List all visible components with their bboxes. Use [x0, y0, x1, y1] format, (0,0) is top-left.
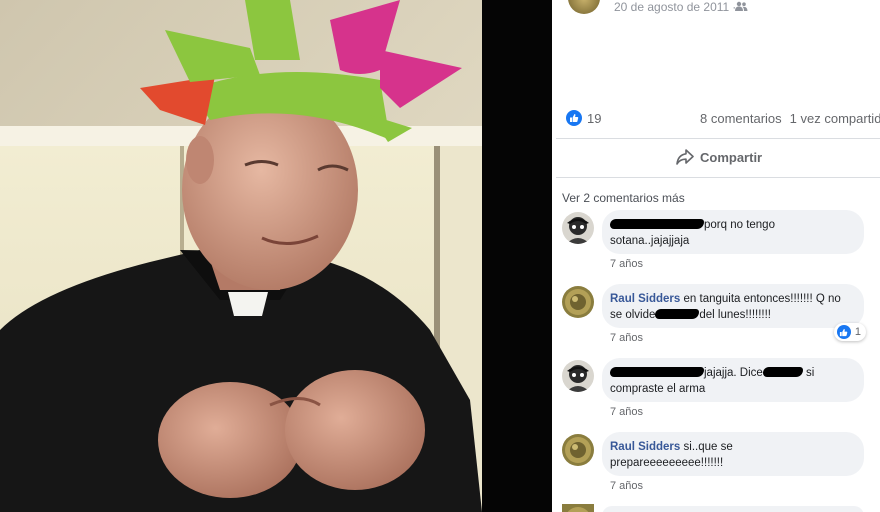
comment-author-link[interactable]: Raul Sidders	[610, 293, 680, 305]
comment-reaction-badge[interactable]: 1	[833, 323, 866, 341]
commenter-avatar[interactable]	[562, 212, 594, 244]
commenter-avatar[interactable]	[562, 360, 594, 392]
post-photo[interactable]	[0, 0, 482, 512]
redacted-name	[655, 309, 700, 319]
post-date[interactable]: 20 de agosto de 2011 ·	[614, 0, 739, 14]
redacted-name	[610, 219, 704, 229]
comment-timestamp[interactable]: 7 años	[610, 406, 643, 418]
comment-timestamp[interactable]: 7 años	[610, 258, 643, 270]
post-sidebar: 20 de agosto de 2011 · 19 8 comentarios 1 …	[552, 0, 880, 512]
engagement-counts: 8 comentarios 1 vez compartido	[700, 111, 880, 126]
comment-text: del lunes!!!!!!!!	[699, 309, 771, 321]
share-button[interactable]: Compartir	[676, 149, 762, 165]
share-label: Compartir	[700, 149, 763, 165]
comment-reaction-count: 1	[854, 326, 861, 338]
comment-text: sotana..jajajjaja	[610, 235, 690, 247]
divider	[556, 138, 880, 139]
like-icon	[836, 325, 851, 339]
comment-text: porq no tengo	[704, 219, 775, 231]
comment-bubble: Raul Sidders si..que se prepareeeeeeeee!…	[602, 432, 864, 476]
comment-text: si	[802, 367, 815, 379]
comment-timestamp[interactable]: 7 años	[610, 332, 643, 344]
comment-timestamp[interactable]: 7 años	[610, 480, 643, 492]
redacted-name	[610, 367, 704, 377]
comment-bubble: jajajja. Dice si compraste el arma	[602, 358, 864, 402]
photo-viewer-backdrop	[482, 0, 552, 512]
photo-illustration	[0, 0, 482, 512]
comment-text: prepareeeeeeeee!!!!!!!	[610, 457, 724, 469]
like-count: 19	[587, 110, 602, 126]
redacted-name	[762, 367, 803, 377]
author-avatar[interactable]	[568, 0, 600, 14]
comment-bubble	[602, 506, 864, 512]
shares-count-link[interactable]: 1 vez compartido	[790, 111, 880, 126]
comment-text: compraste el arma	[610, 383, 706, 395]
comment-text: si..que se	[680, 441, 733, 453]
commenter-avatar[interactable]	[562, 434, 594, 466]
comment-bubble: porq no tengo sotana..jajajjaja	[602, 210, 864, 254]
divider	[556, 177, 880, 178]
comments-count-link[interactable]: 8 comentarios	[700, 111, 782, 126]
view-more-comments-link[interactable]: Ver 2 comentarios más	[562, 191, 685, 205]
commenter-avatar[interactable]	[562, 286, 594, 318]
comment-author-link[interactable]: Raul Sidders	[610, 441, 680, 453]
share-arrow-icon	[676, 149, 694, 165]
friends-icon[interactable]	[734, 1, 748, 11]
like-icon	[566, 110, 582, 126]
reactions-summary[interactable]: 19	[566, 110, 601, 126]
post-date-text[interactable]: 20 de agosto de 2011	[614, 0, 729, 14]
commenter-avatar[interactable]	[562, 504, 594, 512]
comment-text: jajajja. Dice	[704, 367, 763, 379]
comment-bubble: Raul Sidders en tanguita entonces!!!!!!!…	[602, 284, 864, 328]
